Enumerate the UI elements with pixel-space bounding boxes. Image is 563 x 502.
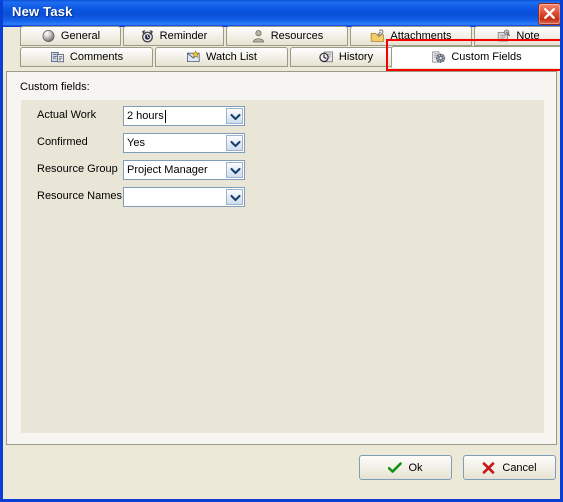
tab-custom-fields[interactable]: Custom Fields	[391, 46, 560, 68]
red-x-icon	[482, 461, 496, 474]
field-label: Resource Names	[37, 190, 122, 202]
history-clock-icon	[319, 50, 334, 64]
custom-fields-caption: Custom fields:	[20, 81, 90, 93]
tab-label: General	[60, 30, 101, 42]
custom-fields-panel: Custom fields: Actual Work 2 hours Confirm…	[6, 71, 557, 445]
field-label: Resource Group	[37, 163, 118, 175]
paperclip-folder-icon	[370, 29, 385, 43]
tab-label: Reminder	[159, 30, 208, 42]
tab-label: Note	[516, 30, 540, 42]
chevron-down-icon[interactable]	[226, 108, 243, 124]
tab-resources[interactable]: Resources	[226, 26, 348, 46]
tab-watch-list[interactable]: Watch List	[155, 47, 288, 67]
chevron-down-icon[interactable]	[226, 189, 243, 205]
tab-label: Custom Fields	[451, 51, 522, 63]
form-row: Confirmed Yes	[21, 133, 544, 155]
field-label: Confirmed	[37, 136, 88, 148]
combobox-value: Yes	[127, 137, 145, 149]
combobox-resource-group[interactable]: Project Manager	[123, 160, 245, 180]
combobox-confirmed[interactable]: Yes	[123, 133, 245, 153]
combobox-value: 2 hours	[127, 110, 164, 122]
custom-fields-gear-icon	[431, 50, 446, 64]
sphere-icon	[41, 29, 56, 43]
tab-label: Comments	[69, 51, 124, 63]
tab-attachments[interactable]: Attachments	[350, 26, 472, 46]
window-title: New Task	[12, 4, 73, 19]
field-label: Actual Work	[37, 109, 97, 121]
chevron-down-icon[interactable]	[226, 162, 243, 178]
tab-history[interactable]: History	[290, 47, 402, 67]
dialog-button-bar: Ok Cancel	[6, 446, 560, 499]
tab-row-2: Comments Watch List History Custom Fields	[6, 46, 560, 68]
chevron-down-icon[interactable]	[226, 135, 243, 151]
cancel-button-label: Cancel	[502, 461, 537, 474]
tab-label: History	[338, 51, 374, 63]
form-row: Resource Names	[21, 187, 544, 209]
cancel-button[interactable]: Cancel	[463, 455, 556, 480]
ok-button-label: Ok	[408, 461, 423, 474]
form-row: Resource Group Project Manager	[21, 160, 544, 182]
title-bar: New Task	[3, 0, 560, 27]
combobox-value: Project Manager	[127, 164, 208, 176]
tab-row-1: General Reminder Resources Attachments Note	[6, 26, 560, 47]
tab-label: Attachments	[390, 30, 452, 42]
tab-label: Watch List	[206, 51, 257, 63]
tab-label: Resources	[270, 30, 324, 42]
tab-strip: General Reminder Resources Attachments Note …	[6, 26, 560, 72]
ok-button[interactable]: Ok	[359, 455, 452, 480]
close-button[interactable]	[538, 3, 560, 25]
tab-reminder[interactable]: Reminder	[123, 26, 224, 46]
alarm-clock-icon	[140, 29, 155, 43]
form-row: Actual Work 2 hours	[21, 106, 544, 128]
combobox-actual-work[interactable]: 2 hours	[123, 106, 245, 126]
text-cursor	[165, 110, 166, 123]
watch-list-icon	[186, 50, 201, 64]
note-pin-icon	[496, 29, 511, 43]
person-icon	[251, 29, 266, 43]
combobox-resource-names[interactable]	[123, 187, 245, 207]
fields-group-box: Actual Work 2 hours Confirmed Yes Resource G…	[21, 100, 544, 433]
new-task-dialog: New Task General Reminder Resources Attachm…	[0, 0, 563, 502]
green-check-icon	[388, 461, 403, 474]
comments-icon	[50, 50, 65, 64]
tab-note[interactable]: Note	[474, 26, 560, 46]
tab-comments[interactable]: Comments	[20, 47, 153, 67]
tab-general[interactable]: General	[20, 26, 121, 46]
